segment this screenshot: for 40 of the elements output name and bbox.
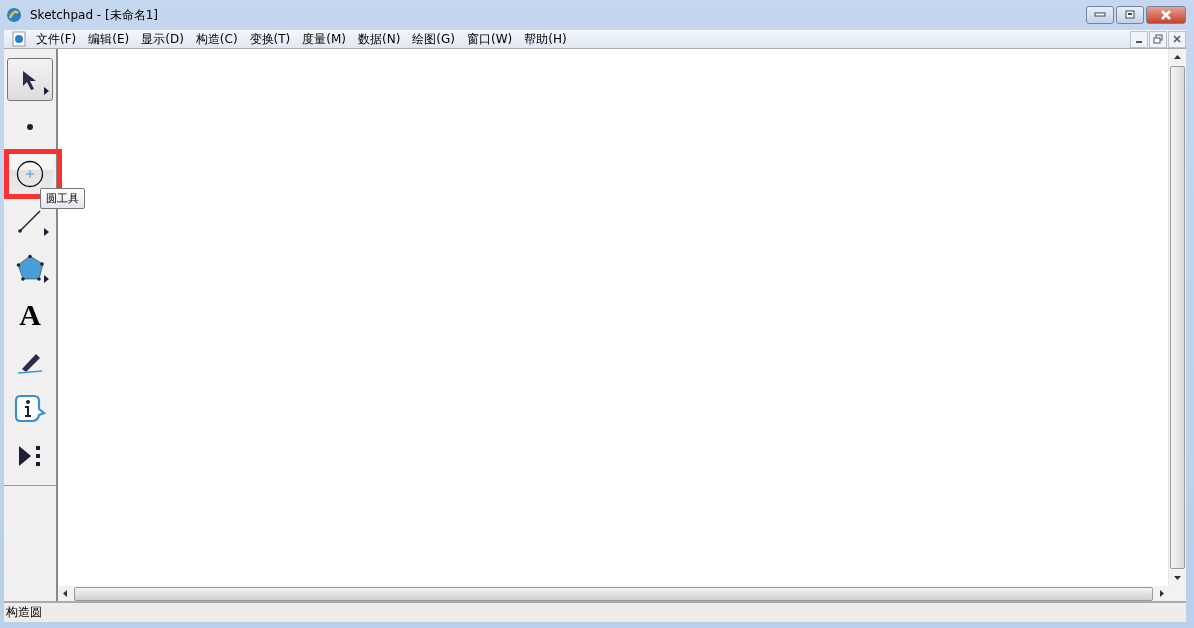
submenu-arrow-icon — [44, 275, 49, 283]
submenu-arrow-icon — [44, 228, 49, 236]
tooltip: 圆工具 — [40, 188, 85, 209]
app-logo-icon — [6, 7, 22, 23]
menu-item[interactable]: 数据(N) — [352, 30, 407, 48]
minimize-button[interactable] — [1086, 6, 1114, 24]
document-icon[interactable] — [12, 31, 26, 47]
minimize-icon — [1094, 12, 1106, 18]
text-tool-button[interactable]: A — [7, 293, 53, 336]
restore-button[interactable] — [1149, 30, 1167, 48]
menu-item[interactable]: 绘图(G) — [406, 30, 461, 48]
circle-icon — [16, 159, 44, 188]
menu-item[interactable]: 度量(M) — [296, 30, 352, 48]
close-icon — [1159, 10, 1173, 20]
pentagon-icon — [15, 253, 45, 282]
menu-item[interactable]: 显示(D) — [135, 30, 190, 48]
line-segment-icon — [17, 207, 43, 234]
menu-item[interactable]: 文件(F) — [30, 30, 83, 48]
menu-item[interactable]: 窗口(W) — [461, 30, 519, 48]
play-dots-icon — [17, 443, 43, 468]
scroll-thumb[interactable] — [1170, 66, 1185, 569]
maximize-button[interactable] — [1116, 6, 1144, 24]
arrow-tool-button[interactable] — [7, 58, 53, 101]
info-bubble-icon — [14, 393, 46, 424]
menu-item[interactable]: 构造(C) — [189, 30, 244, 48]
window-title: Sketchpad - [未命名1] — [30, 6, 158, 24]
menu-item[interactable]: 编辑(E) — [82, 30, 136, 48]
text-tool-glyph: A — [19, 299, 41, 330]
minimize-button[interactable] — [1130, 30, 1148, 48]
point-icon — [26, 122, 34, 131]
restore-icon — [1153, 34, 1163, 44]
close-icon — [1173, 35, 1181, 43]
menu-item[interactable]: 变换(T) — [243, 30, 297, 48]
maximize-icon — [1124, 10, 1136, 20]
close-button[interactable] — [1168, 30, 1186, 48]
submenu-arrow-icon — [44, 87, 49, 95]
menu-item[interactable]: 帮助(H) — [518, 30, 573, 48]
vertical-scrollbar[interactable] — [1168, 49, 1186, 586]
close-button[interactable] — [1146, 6, 1186, 24]
status-text: 构造圆 — [6, 604, 42, 621]
